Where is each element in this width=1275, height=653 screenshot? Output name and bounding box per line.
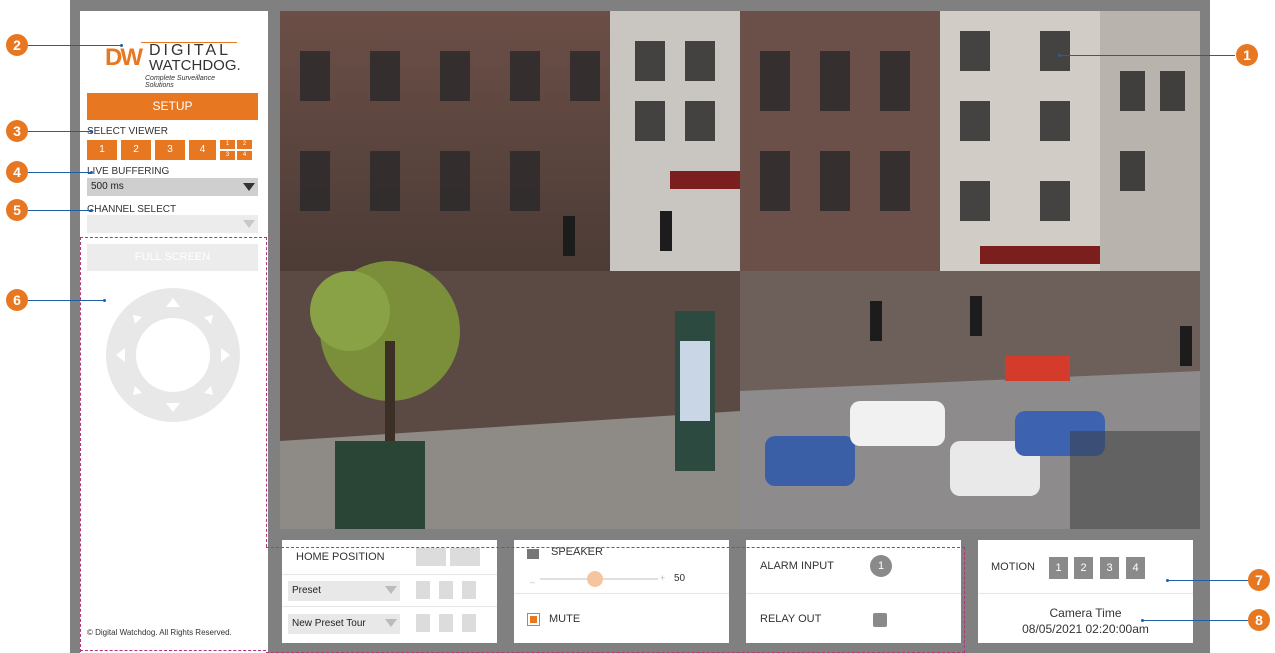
callout-line-3 xyxy=(28,131,91,132)
callout-line-4 xyxy=(28,172,91,173)
callout-badge-1: 1 xyxy=(1236,44,1258,66)
camera-time-label: Camera Time xyxy=(1049,606,1122,620)
callout-line-8 xyxy=(1143,620,1248,621)
callout-dot-4 xyxy=(90,171,93,174)
highlight-region-edge xyxy=(265,237,267,547)
viewer-2-button[interactable]: 2 xyxy=(121,140,151,160)
motion-channel-2[interactable]: 2 xyxy=(1074,557,1093,579)
channel-select-label: CHANNEL SELECT xyxy=(87,204,177,215)
viewer-4-button[interactable]: 4 xyxy=(189,140,216,160)
callout-dot-8 xyxy=(1141,619,1144,622)
callout-dot-3 xyxy=(90,130,93,133)
highlight-region-left xyxy=(80,237,267,652)
select-viewer-label: SELECT VIEWER xyxy=(87,126,168,137)
viewer-3-button[interactable]: 3 xyxy=(155,140,185,160)
divider xyxy=(978,593,1193,594)
callout-badge-7: 7 xyxy=(1248,569,1270,591)
highlight-region-base xyxy=(80,650,266,651)
camera-time-value: 08/05/2021 02:20:00am xyxy=(1022,622,1149,636)
chevron-down-icon xyxy=(243,220,255,228)
callout-line-6 xyxy=(28,300,104,301)
live-buffering-value: 500 ms xyxy=(91,181,124,192)
callout-badge-3: 3 xyxy=(6,120,28,142)
live-buffering-select[interactable]: 500 ms xyxy=(87,178,258,196)
setup-button[interactable]: SETUP xyxy=(87,93,258,120)
callout-dot-2 xyxy=(120,44,123,47)
camera-quad-image xyxy=(280,11,1200,529)
logo: DW DIGITAL WATCHDOG. Complete Surveillan… xyxy=(105,40,245,90)
live-buffering-label: LIVE BUFFERING xyxy=(87,166,170,177)
callout-line-2 xyxy=(28,45,120,46)
chevron-down-icon xyxy=(243,183,255,191)
highlight-region-bottom xyxy=(266,547,965,653)
callout-line-5 xyxy=(28,210,91,211)
callout-dot-6 xyxy=(103,299,106,302)
quad-cell-4: 4 xyxy=(237,151,252,160)
motion-channel-1[interactable]: 1 xyxy=(1049,557,1068,579)
quad-cell-2: 2 xyxy=(237,140,252,149)
logo-line-2: WATCHDOG. xyxy=(149,57,241,74)
callout-line-7 xyxy=(1168,580,1248,581)
callout-badge-2: 2 xyxy=(6,34,28,56)
quad-cell-3: 3 xyxy=(220,151,235,160)
motion-label: MOTION xyxy=(991,561,1035,573)
channel-select[interactable] xyxy=(87,215,258,233)
callout-line-1 xyxy=(1060,55,1235,56)
motion-channel-4[interactable]: 4 xyxy=(1126,557,1145,579)
motion-channel-3[interactable]: 3 xyxy=(1100,557,1119,579)
callout-dot-7 xyxy=(1166,579,1169,582)
callout-badge-6: 6 xyxy=(6,289,28,311)
logo-tagline: Complete Surveillance Solutions xyxy=(145,75,216,89)
callout-badge-8: 8 xyxy=(1248,609,1270,631)
callout-dot-1 xyxy=(1058,54,1061,57)
quad-cell-1: 1 xyxy=(220,140,235,149)
live-video-view[interactable] xyxy=(280,11,1200,529)
callout-dot-5 xyxy=(90,209,93,212)
viewer-quad-button[interactable]: 1 2 3 4 xyxy=(220,140,252,160)
callout-badge-5: 5 xyxy=(6,199,28,221)
logo-mark: DW xyxy=(105,44,143,71)
viewer-1-button[interactable]: 1 xyxy=(87,140,117,160)
callout-badge-4: 4 xyxy=(6,161,28,183)
